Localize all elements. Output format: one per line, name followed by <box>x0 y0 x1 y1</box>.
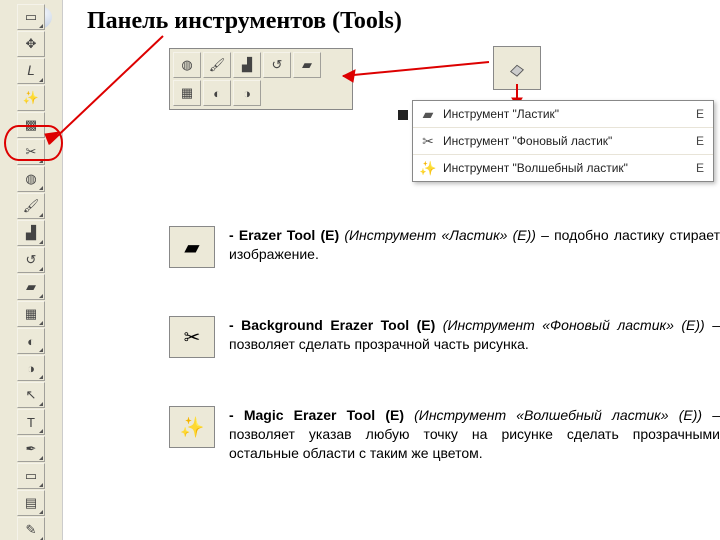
description-magic-eraser: ✨ - Magic Erazer Tool (E) (Инструмент «В… <box>169 406 720 463</box>
tool-eyedropper[interactable]: ✎ <box>17 517 45 540</box>
title-part-b: (Tools) <box>332 8 402 34</box>
menu-item-eraser[interactable]: ▰ Инструмент "Ластик" E <box>413 101 713 128</box>
arrow-to-flyout <box>339 46 499 106</box>
menu-shortcut: E <box>687 107 713 121</box>
eraser-flyout-icon <box>493 46 541 90</box>
bg-eraser-icon: ✂ <box>169 316 215 358</box>
description-text: - Magic Erazer Tool (E) (Инструмент «Вол… <box>229 406 720 463</box>
description-text: - Background Erazer Tool (E) (Инструмент… <box>229 316 720 354</box>
callout-blur-icon: ◐ <box>203 80 231 106</box>
callout-dodge-icon: ◑ <box>233 80 261 106</box>
tool-stamp[interactable]: ▟ <box>17 220 45 246</box>
menu-shortcut: E <box>687 134 713 148</box>
tool-path[interactable]: ↖ <box>17 382 45 408</box>
tool-blur[interactable]: ◐ <box>17 328 45 354</box>
description-bg-eraser: ✂ - Background Erazer Tool (E) (Инструме… <box>169 316 720 358</box>
content-area: Панель инструментов (Tools) ◍ 🖌 ▟ ↺ ▰ ▦ … <box>63 0 720 540</box>
tool-healing[interactable]: ◍ <box>17 166 45 192</box>
eraser-icon: ▰ <box>413 106 443 123</box>
tools-panel: ▭ ✥ 𝘓 ✨ ▩ ✂ ◍ 🖌 ▟ ↺ ▰ ▦ ◐ ◑ ↖ T ✒ ▭ ▤ ✎ … <box>0 0 63 540</box>
description-eraser: ▰ - Erazer Tool (E) (Инструмент «Ластик»… <box>169 226 720 268</box>
callout-healing-icon: ◍ <box>173 52 201 78</box>
callout-history-icon: ↺ <box>263 52 291 78</box>
tool-eraser[interactable]: ▰ <box>17 274 45 300</box>
callout-brush-icon: 🖌 <box>203 52 231 78</box>
page-title: Панель инструментов (Tools) <box>87 8 708 35</box>
tool-pen[interactable]: ✒ <box>17 436 45 462</box>
arrow-to-toolbar <box>43 32 173 152</box>
flyout-marker <box>398 110 408 120</box>
tool-crop[interactable]: ▩ <box>17 112 45 138</box>
callout-stamp-icon: ▟ <box>233 52 261 78</box>
description-text: - Erazer Tool (E) (Инструмент «Ластик» (… <box>229 226 720 264</box>
magic-eraser-icon: ✨ <box>413 160 443 177</box>
menu-shortcut: E <box>687 161 713 175</box>
menu-label: Инструмент "Ластик" <box>443 107 687 121</box>
tool-history-brush[interactable]: ↺ <box>17 247 45 273</box>
eraser-icon: ▰ <box>169 226 215 268</box>
title-part-a: Панель инструментов <box>87 8 326 34</box>
tool-notes[interactable]: ▤ <box>17 490 45 516</box>
menu-label: Инструмент "Фоновый ластик" <box>443 134 687 148</box>
eraser-context-menu: ▰ Инструмент "Ластик" E ✂ Инструмент "Фо… <box>412 100 714 182</box>
tool-gradient[interactable]: ▦ <box>17 301 45 327</box>
menu-label: Инструмент "Волшебный ластик" <box>443 161 687 175</box>
tool-type[interactable]: T <box>17 409 45 435</box>
magic-eraser-icon: ✨ <box>169 406 215 448</box>
callout-eraser-icon: ▰ <box>293 52 321 78</box>
toolbar-callout: ◍ 🖌 ▟ ↺ ▰ ▦ ◐ ◑ <box>169 48 353 110</box>
tool-wand[interactable]: ✨ <box>17 85 45 111</box>
tool-dodge[interactable]: ◑ <box>17 355 45 381</box>
tools-grid: ▭ ✥ 𝘓 ✨ ▩ ✂ ◍ 🖌 ▟ ↺ ▰ ▦ ◐ ◑ ↖ T ✒ ▭ ▤ ✎ … <box>3 4 59 540</box>
tool-shape[interactable]: ▭ <box>17 463 45 489</box>
menu-item-magic-eraser[interactable]: ✨ Инструмент "Волшебный ластик" E <box>413 155 713 181</box>
tool-lasso[interactable]: 𝘓 <box>17 58 45 84</box>
callout-gradient-icon: ▦ <box>173 80 201 106</box>
bg-eraser-icon: ✂ <box>413 133 443 150</box>
menu-item-bg-eraser[interactable]: ✂ Инструмент "Фоновый ластик" E <box>413 128 713 155</box>
tool-move[interactable]: ✥ <box>17 31 45 57</box>
tool-slice[interactable]: ✂ <box>17 139 45 165</box>
tool-marquee[interactable]: ▭ <box>17 4 45 30</box>
tool-brush[interactable]: 🖌 <box>17 193 45 219</box>
